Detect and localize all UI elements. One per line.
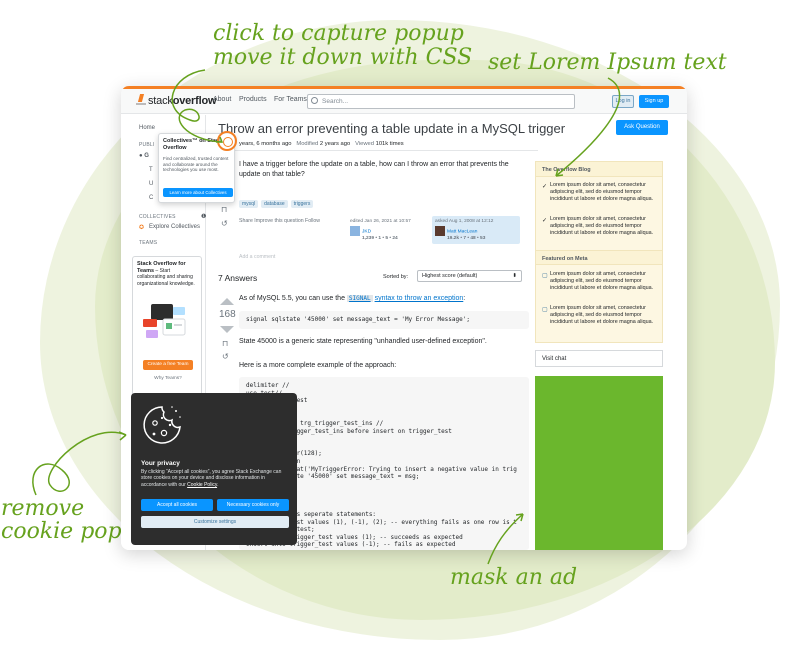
tag-mysql[interactable]: mysql xyxy=(239,200,259,208)
signal-link[interactable]: SIGNAL xyxy=(346,295,373,302)
answer-state-text: State 45000 is a generic state represent… xyxy=(239,338,487,345)
search-input[interactable]: Search... xyxy=(307,94,575,109)
teams-illustration-icon xyxy=(143,304,186,338)
sidebar-public-label: PUBLI xyxy=(139,142,155,148)
necessary-cookies-button[interactable]: Necessary cookies only xyxy=(217,499,289,511)
history-icon[interactable]: ↺ xyxy=(221,219,228,228)
annotation-mask-ad: mask an ad xyxy=(450,565,578,590)
signup-button[interactable]: Sign up xyxy=(639,95,669,108)
collectives-icon: ✪ xyxy=(139,225,145,231)
code-block-signal: signal sqlstate '45000' set message_text… xyxy=(239,311,529,329)
asked-date: asked Aug 1, 2008 at 12:12 xyxy=(435,219,494,224)
blog-item-2[interactable]: Lorem ipsum dolor sit amet, consectetur … xyxy=(550,216,658,237)
sidebar-explore-collectives[interactable]: Explore Collectives xyxy=(149,224,200,230)
login-button[interactable]: Log in xyxy=(612,95,634,108)
editor-card: edited Jan 26, 2021 at 10:57 JKD 1,239 •… xyxy=(347,216,427,244)
annotation-remove: remove xyxy=(1,496,85,521)
code-line: delimiter // xyxy=(246,382,290,389)
answer-bookmark-icon[interactable]: ⊓ xyxy=(222,339,228,348)
share-links[interactable]: Share Improve this question Follow xyxy=(239,218,320,224)
teams-card: Stack Overflow for Teams – Start collabo… xyxy=(132,256,202,401)
question-tags: mysql database triggers xyxy=(239,192,316,210)
syntax-link[interactable]: syntax to throw an exception xyxy=(375,295,464,302)
sidebar-questions[interactable]: ● G xyxy=(139,153,149,159)
sidebar-collectives-label: COLLECTIVES xyxy=(139,214,176,220)
tag-database[interactable]: database xyxy=(261,200,288,208)
create-team-button[interactable]: Create a free Team xyxy=(143,360,193,370)
chevron-down-icon: ⬍ xyxy=(512,273,517,279)
asker-avatar[interactable] xyxy=(435,226,445,236)
bookmark-icon[interactable]: ⊓ xyxy=(221,205,227,214)
why-teams-link[interactable]: Why Teams? xyxy=(143,376,193,383)
sort-select[interactable]: Highest score (default) ⬍ xyxy=(417,270,522,282)
cookie-title: Your privacy xyxy=(141,460,180,467)
stackoverflow-logo[interactable]: stackoverflow xyxy=(136,94,217,107)
cookie-popup: Your privacy By clicking “Accept all coo… xyxy=(131,393,297,545)
sort-label: Sorted by: xyxy=(383,274,409,280)
blog-header: The Overflow Blog xyxy=(536,162,662,177)
nav-about[interactable]: About xyxy=(213,96,231,103)
question-body: I have a trigger before the update on a … xyxy=(239,161,509,178)
upvote-button[interactable] xyxy=(220,298,234,305)
pencil-icon: ✓ xyxy=(542,184,548,190)
question-meta: years, 6 months ago Modified 2 years ago… xyxy=(239,141,404,147)
meta-header: Featured on Meta xyxy=(536,250,662,265)
asker-rep: 19.2k • 7 • 48 • 53 xyxy=(447,236,486,241)
answer-intro: As of MySQL 5.5, you can use the SIGNAL … xyxy=(239,295,466,302)
editor-name[interactable]: JKD xyxy=(362,229,371,234)
meta-item-1[interactable]: Lorem ipsum dolor sit amet, consectetur … xyxy=(550,271,658,292)
cookie-text: By clicking “Accept all cookies”, you ag… xyxy=(141,469,282,488)
topbar: stackoverflow About Products For Teams S… xyxy=(121,86,687,114)
question-title[interactable]: Throw an error preventing a table update… xyxy=(218,121,565,136)
answer-example-text: Here is a more complete example of the a… xyxy=(239,362,397,369)
pencil-icon-2: ✓ xyxy=(542,218,548,224)
downvote-button[interactable] xyxy=(220,326,234,333)
cookie-icon xyxy=(143,406,181,444)
meta-icon: ▢ xyxy=(542,273,548,279)
answer-score: 168 xyxy=(219,309,236,320)
blog-item-1[interactable]: Lorem ipsum dolor sit amet, consectetur … xyxy=(550,182,658,203)
editor-avatar[interactable] xyxy=(350,226,360,236)
sidebar-companies[interactable]: C xyxy=(149,195,153,201)
sidebar-users[interactable]: U xyxy=(149,181,153,187)
cookie-policy-link[interactable]: Cookie Policy xyxy=(187,482,217,488)
search-icon xyxy=(311,97,318,104)
info-icon[interactable]: ❶ xyxy=(201,213,206,220)
annotation-capture-popup: click to capture popup xyxy=(213,21,464,46)
popover-desc: Find centralized, trusted content and co… xyxy=(163,156,229,172)
learn-collectives-button[interactable]: Learn more about Collectives xyxy=(163,188,233,197)
divider xyxy=(218,150,538,151)
customize-settings-button[interactable]: Customize settings xyxy=(141,516,289,528)
asker-card: asked Aug 1, 2008 at 12:12 Matt MacLean … xyxy=(432,216,520,244)
visit-chat-link[interactable]: Visit chat xyxy=(535,350,663,367)
answer-history-icon[interactable]: ↺ xyxy=(222,352,229,361)
annotation-lorem: set Lorem Ipsum text xyxy=(488,50,727,75)
sidebar-home[interactable]: Home xyxy=(139,125,155,131)
add-comment-link[interactable]: Add a comment xyxy=(239,254,275,260)
answers-count: 7 Answers xyxy=(218,273,258,283)
sidebar-teams-label: TEAMS xyxy=(139,240,158,246)
sidebar-tags[interactable]: T xyxy=(149,167,153,173)
accept-cookies-button[interactable]: Accept all cookies xyxy=(141,499,213,511)
editor-rep: 1,239 • 1 • 5 • 24 xyxy=(362,236,398,241)
asker-name[interactable]: Matt MacLean xyxy=(447,229,477,234)
capture-target-icon xyxy=(217,131,237,151)
meta-icon-2: ▢ xyxy=(542,307,548,313)
overflow-blog-widget: The Overflow Blog ✓ Lorem ipsum dolor si… xyxy=(535,161,663,343)
ask-question-button[interactable]: Ask Question xyxy=(616,120,668,135)
masked-ad xyxy=(535,376,663,550)
nav-products[interactable]: Products xyxy=(239,96,267,103)
tag-triggers[interactable]: triggers xyxy=(290,200,314,208)
nav-for-teams[interactable]: For Teams xyxy=(274,96,307,103)
annotation-move-down: move it down with CSS xyxy=(213,45,473,70)
edited-date: edited Jan 26, 2021 at 10:57 xyxy=(350,219,411,224)
meta-item-2[interactable]: Lorem ipsum dolor sit amet, consectetur … xyxy=(550,305,658,326)
stack-icon xyxy=(136,94,146,105)
